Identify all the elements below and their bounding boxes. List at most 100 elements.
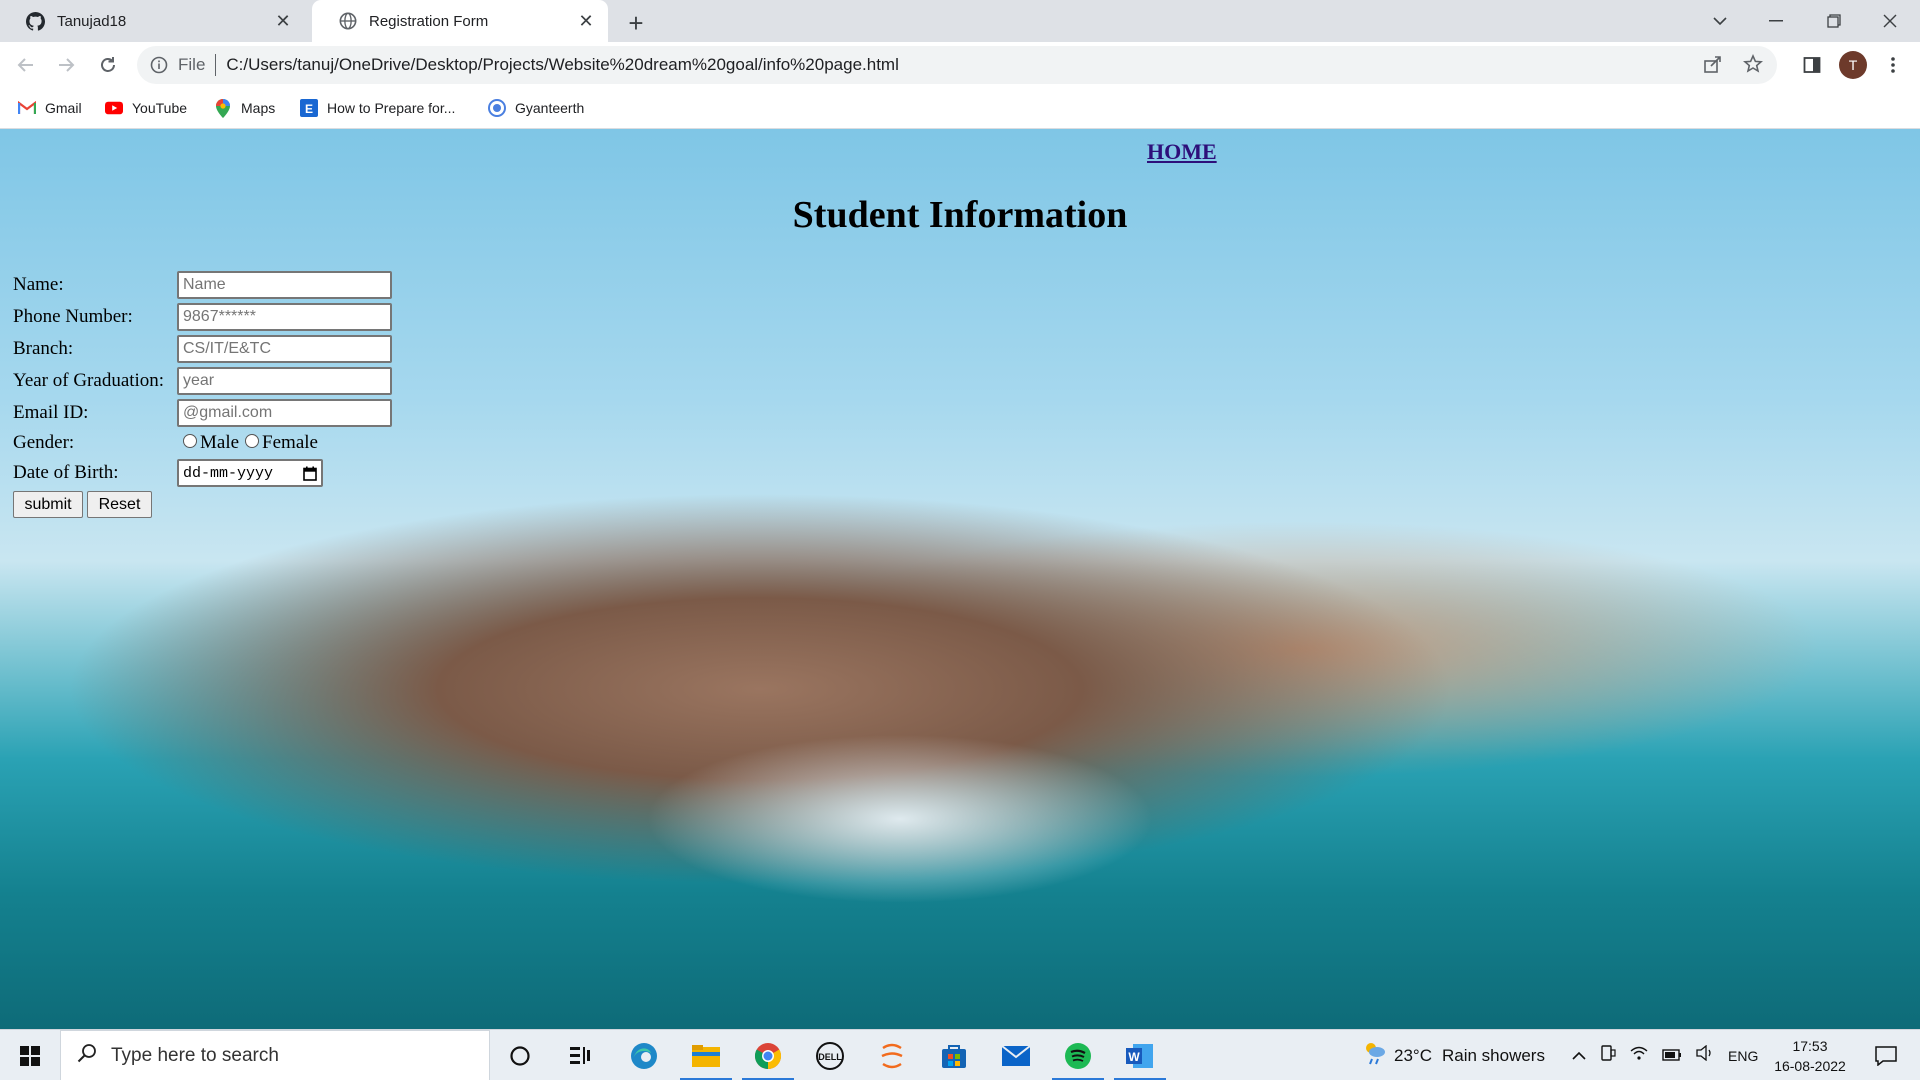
scheme-label: File [178,55,206,74]
tab-strip: Tanujad18 ✕ Registration Form ✕ + [0,0,1920,42]
browser-toolbar: File C:/Users/tanuj/OneDrive/Desktop/Pro… [0,42,1920,88]
windows-taskbar: Type here to search DELL W 23°C Rain sho… [0,1029,1920,1080]
cortana-icon[interactable] [490,1030,550,1080]
share-icon[interactable] [1703,54,1723,79]
minimize-button[interactable] [1748,0,1804,42]
reload-icon[interactable] [92,49,124,81]
home-link[interactable]: HOME [1147,139,1217,165]
new-tab-button[interactable]: + [620,7,652,39]
address-bar[interactable]: File C:/Users/tanuj/OneDrive/Desktop/Pro… [137,46,1777,84]
youtube-icon [105,99,123,117]
tab-search-chevron-icon[interactable] [1692,0,1748,42]
tab-github[interactable]: Tanujad18 ✕ [0,0,305,42]
meet-now-icon[interactable] [1600,1045,1616,1066]
form-row-dob: Date of Birth: dd-mm-yyyy [13,457,323,489]
notifications-icon[interactable] [1866,1030,1906,1080]
page-title: Student Information [792,194,1128,236]
bookmark-label: YouTube [132,100,188,116]
bookmark-e-icon: E [300,99,318,117]
name-input[interactable]: Name [177,271,392,299]
volume-icon[interactable] [1696,1044,1714,1066]
maps-icon [214,98,232,118]
svg-text:W: W [1128,1050,1140,1064]
edge-icon[interactable] [614,1030,674,1080]
task-view-icon[interactable] [550,1030,610,1080]
app-orange-icon[interactable] [862,1030,922,1080]
dell-icon[interactable]: DELL [800,1030,860,1080]
branch-label: Branch: [13,338,74,359]
bookmark-youtube[interactable]: YouTube [105,97,187,119]
forward-arrow-icon[interactable] [50,49,82,81]
restore-button[interactable] [1806,0,1862,42]
word-icon[interactable]: W [1110,1030,1170,1080]
chevron-up-icon[interactable] [1572,1046,1586,1066]
phone-input[interactable]: 9867****** [177,303,392,331]
spotify-icon[interactable] [1048,1030,1108,1080]
form-row-gender: Gender: Male Female [13,427,318,459]
globe-icon [338,12,357,31]
dob-input[interactable]: dd-mm-yyyy [177,459,323,487]
mail-icon[interactable] [986,1030,1046,1080]
profile-avatar[interactable]: T [1839,51,1867,79]
tab-title: Registration Form [369,12,489,30]
phone-label: Phone Number: [13,306,133,327]
side-panel-icon[interactable] [1798,51,1826,79]
weather-widget[interactable]: 23°C Rain showers [1362,1030,1545,1080]
email-input[interactable]: @gmail.com [177,399,392,427]
back-arrow-icon[interactable] [10,49,42,81]
bookmark-label: How to Prepare for... [327,100,456,116]
close-tab-icon[interactable]: ✕ [271,9,295,33]
tab-title: Tanujad18 [57,12,127,30]
weather-condition: Rain showers [1441,1045,1545,1065]
dob-label: Date of Birth: [13,462,119,483]
close-window-button[interactable] [1862,0,1918,42]
weather-rain-icon [1362,1040,1388,1071]
bookmark-gmail[interactable]: Gmail [18,97,82,119]
svg-text:E: E [305,102,313,116]
bookmark-star-icon[interactable] [1743,54,1763,79]
wifi-icon[interactable] [1630,1045,1648,1066]
bookmark-how-to-prepare[interactable]: E How to Prepare for... [300,97,455,119]
svg-text:DELL: DELL [818,1052,842,1062]
more-menu-icon[interactable] [1879,51,1907,79]
address-divider [215,54,217,76]
email-label: Email ID: [13,402,89,423]
close-tab-icon[interactable]: ✕ [574,9,598,33]
search-placeholder: Type here to search [111,1044,279,1066]
taskbar-search-box[interactable]: Type here to search [60,1030,490,1080]
clock-date: 16-08-2022 [1774,1057,1846,1074]
bookmark-maps[interactable]: Maps [214,97,275,119]
url-text[interactable]: C:/Users/tanuj/OneDrive/Desktop/Projects… [226,55,898,75]
bookmark-label: Gyanteerth [515,100,585,116]
store-icon[interactable] [924,1030,984,1080]
bookmark-gyanteerth[interactable]: Gyanteerth [488,97,584,119]
form-row-branch: Branch: CS/IT/E&TC [13,333,392,365]
year-label: Year of Graduation: [13,370,165,391]
gyanteerth-icon [488,99,506,117]
name-label: Name: [13,274,64,295]
gender-label: Gender: [13,432,75,453]
language-indicator[interactable]: ENG [1728,1048,1758,1064]
file-explorer-icon[interactable] [676,1030,736,1080]
windows-start-icon[interactable] [0,1030,60,1080]
gender-male-label: Male [200,432,240,453]
calendar-icon[interactable] [303,466,317,486]
info-icon[interactable] [150,56,168,74]
system-tray: ENG [1572,1030,1758,1080]
gender-female-radio[interactable] [245,434,260,448]
clock[interactable]: 17:53 16-08-2022 [1765,1030,1855,1080]
dob-placeholder: dd-mm-yyyy [183,464,274,482]
clock-time: 17:53 [1792,1037,1828,1054]
year-input[interactable]: year [177,367,392,395]
form-row-name: Name: Name [13,269,392,301]
gender-male-radio[interactable] [183,434,197,448]
battery-icon[interactable] [1662,1046,1682,1066]
tab-registration-form[interactable]: Registration Form ✕ [312,0,608,42]
chrome-icon[interactable] [738,1030,798,1080]
reset-button[interactable]: Reset [87,491,152,518]
submit-button[interactable]: submit [13,491,83,518]
form-row-phone: Phone Number: 9867****** [13,301,392,333]
gender-options: Male Female [183,432,318,454]
branch-input[interactable]: CS/IT/E&TC [177,335,392,363]
address-actions [1703,54,1763,79]
